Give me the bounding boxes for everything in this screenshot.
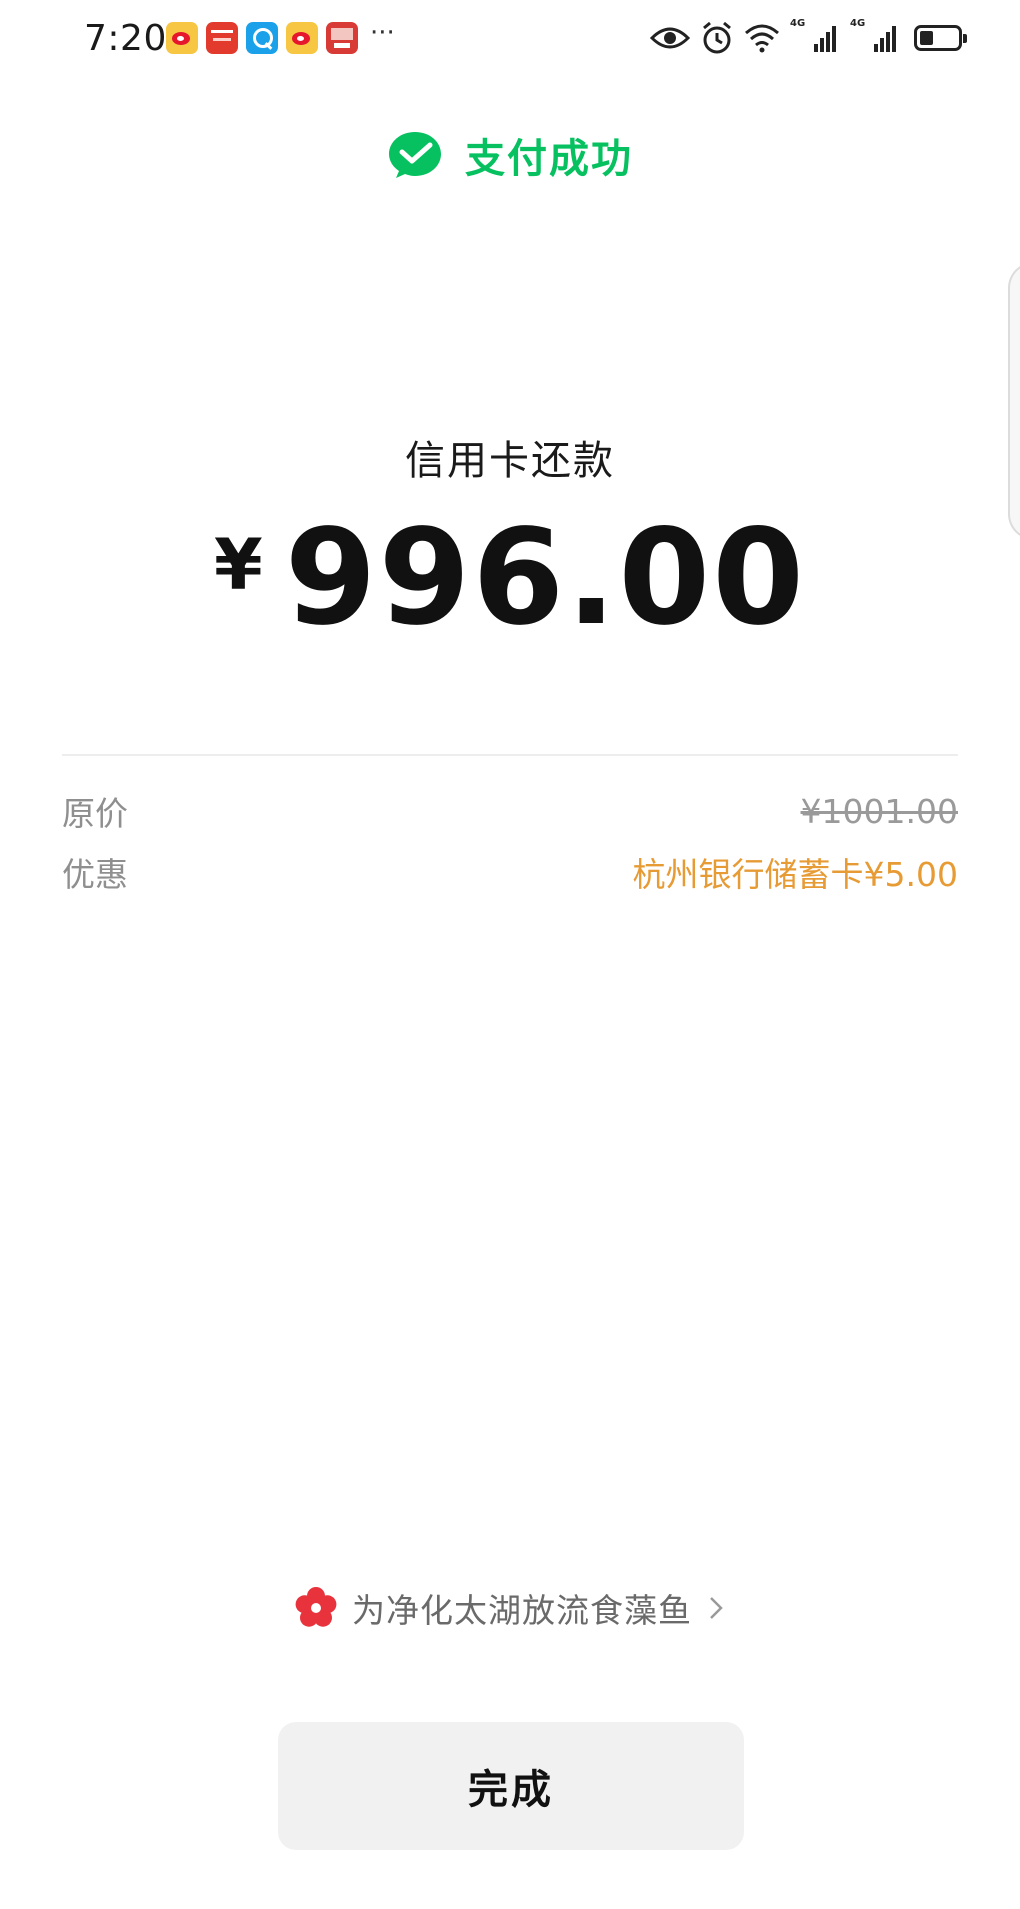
network-label-1: 4G (790, 18, 806, 29)
weibo-icon (166, 22, 198, 54)
original-price-label: 原价 (62, 794, 128, 833)
wifi-icon (745, 24, 779, 53)
signal-bars-icon (814, 26, 836, 52)
payment-type: 信用卡还款 (405, 438, 615, 484)
battery-icon (914, 25, 967, 51)
success-title: 支付成功 (465, 136, 633, 182)
system-icons: 4G 4G (640, 18, 967, 58)
divider (62, 754, 958, 756)
chevron-right-icon (710, 1597, 723, 1619)
done-button[interactable]: 完成 (278, 1722, 744, 1850)
charity-promo-link[interactable]: 为净化太湖放流食藻鱼 (0, 1584, 1020, 1632)
original-price-value: ¥1001.00 (800, 791, 958, 831)
more-notifications-indicator: ··· (370, 18, 395, 48)
signal-bars-icon (874, 26, 896, 52)
red-app-icon (206, 22, 238, 54)
alarm-icon (703, 21, 731, 54)
news-app-icon (326, 22, 358, 54)
wechat-pay-check-icon (389, 132, 441, 178)
amount-value: 996.00 (284, 501, 807, 655)
red-flower-icon (295, 1587, 337, 1627)
payment-success-header: 支付成功 (0, 126, 1020, 184)
eye-icon (650, 27, 690, 49)
payment-amount: ¥ 996.00 (0, 501, 1020, 655)
payment-success-screen: 7:20 ··· 4G 4G 支付成功 信用卡还款 ¥ 996.00 原价 ¥1… (0, 0, 1020, 1909)
currency-symbol: ¥ (213, 524, 263, 606)
search-app-icon (246, 22, 278, 54)
done-button-label: 完成 (468, 1768, 554, 1812)
network-label-2: 4G (850, 18, 866, 29)
promo-text: 为净化太湖放流食藻鱼 (352, 1591, 692, 1630)
status-time: 7:20 (84, 18, 167, 59)
signal-2: 4G (850, 18, 900, 54)
status-bar: 7:20 ··· 4G 4G (0, 0, 1020, 80)
battery-level (920, 31, 933, 45)
discount-label: 优惠 (62, 855, 128, 894)
detail-row-discount: 优惠 杭州银行储蓄卡¥5.00 (62, 848, 958, 896)
signal-1: 4G (790, 18, 840, 54)
detail-row-original-price: 原价 ¥1001.00 (62, 787, 958, 835)
weibo-icon (286, 22, 318, 54)
floating-edge-tab[interactable] (1008, 262, 1020, 540)
discount-value: 杭州银行储蓄卡¥5.00 (632, 855, 958, 894)
notification-icons: ··· (166, 18, 395, 54)
